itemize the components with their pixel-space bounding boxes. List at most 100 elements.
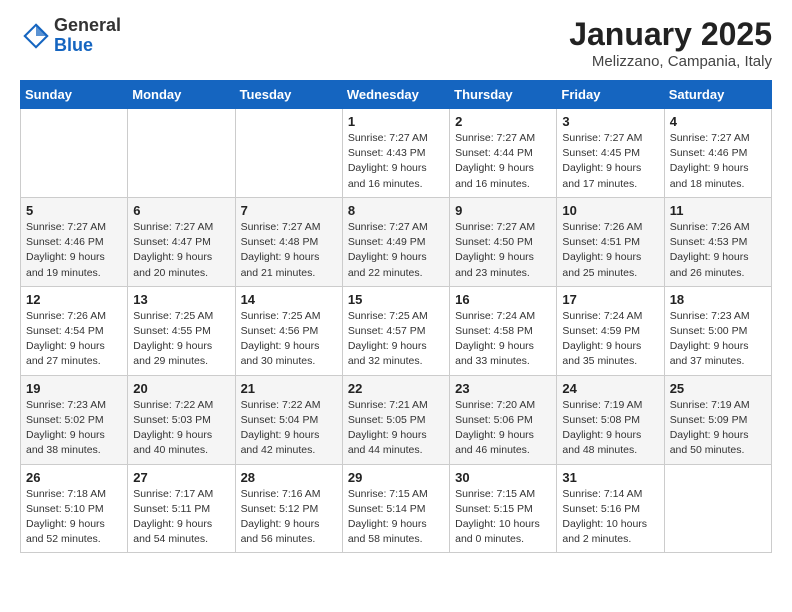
day-info: Sunrise: 7:27 AM Sunset: 4:46 PM Dayligh… <box>26 220 122 281</box>
weekday-header-row: SundayMondayTuesdayWednesdayThursdayFrid… <box>21 81 772 109</box>
day-number: 9 <box>455 203 551 218</box>
location: Melizzano, Campania, Italy <box>569 53 772 70</box>
day-cell: 14 Sunrise: 7:25 AM Sunset: 4:56 PM Dayli… <box>235 286 342 375</box>
day-cell <box>21 109 128 198</box>
logo-blue-text: Blue <box>54 35 93 55</box>
day-number: 30 <box>455 470 551 485</box>
day-info: Sunrise: 7:20 AM Sunset: 5:06 PM Dayligh… <box>455 398 551 459</box>
day-cell <box>128 109 235 198</box>
day-cell: 13 Sunrise: 7:25 AM Sunset: 4:55 PM Dayli… <box>128 286 235 375</box>
day-number: 24 <box>562 381 658 396</box>
day-info: Sunrise: 7:25 AM Sunset: 4:55 PM Dayligh… <box>133 309 229 370</box>
day-number: 4 <box>670 114 766 129</box>
day-cell: 20Sunrise: 7:22 AM Sunset: 5:03 PM Dayli… <box>128 375 235 464</box>
day-info: Sunrise: 7:24 AM Sunset: 4:58 PM Dayligh… <box>455 309 551 370</box>
day-cell: 27 Sunrise: 7:17 AM Sunset: 5:11 PM Dayli… <box>128 464 235 553</box>
day-info: Sunrise: 7:17 AM Sunset: 5:11 PM Dayligh… <box>133 487 229 548</box>
day-number: 21 <box>241 381 337 396</box>
day-cell: 29 Sunrise: 7:15 AM Sunset: 5:14 PM Dayli… <box>342 464 449 553</box>
month-title: January 2025 <box>569 16 772 53</box>
day-cell: 2Sunrise: 7:27 AM Sunset: 4:44 PM Daylig… <box>450 109 557 198</box>
day-number: 2 <box>455 114 551 129</box>
day-number: 7 <box>241 203 337 218</box>
day-info: Sunrise: 7:25 AM Sunset: 4:57 PM Dayligh… <box>348 309 444 370</box>
day-info: Sunrise: 7:23 AM Sunset: 5:02 PM Dayligh… <box>26 398 122 459</box>
day-info: Sunrise: 7:19 AM Sunset: 5:08 PM Dayligh… <box>562 398 658 459</box>
weekday-header-tuesday: Tuesday <box>235 81 342 109</box>
day-info: Sunrise: 7:27 AM Sunset: 4:45 PM Dayligh… <box>562 131 658 192</box>
day-cell: 10 Sunrise: 7:26 AM Sunset: 4:51 PM Dayli… <box>557 197 664 286</box>
day-number: 28 <box>241 470 337 485</box>
day-number: 13 <box>133 292 229 307</box>
day-info: Sunrise: 7:27 AM Sunset: 4:43 PM Dayligh… <box>348 131 444 192</box>
day-info: Sunrise: 7:21 AM Sunset: 5:05 PM Dayligh… <box>348 398 444 459</box>
day-cell: 18 Sunrise: 7:23 AM Sunset: 5:00 PM Dayli… <box>664 286 771 375</box>
day-number: 15 <box>348 292 444 307</box>
day-number: 10 <box>562 203 658 218</box>
day-number: 25 <box>670 381 766 396</box>
day-cell: 7 Sunrise: 7:27 AM Sunset: 4:48 PM Daylig… <box>235 197 342 286</box>
day-number: 23 <box>455 381 551 396</box>
day-info: Sunrise: 7:22 AM Sunset: 5:04 PM Dayligh… <box>241 398 337 459</box>
day-info: Sunrise: 7:26 AM Sunset: 4:54 PM Dayligh… <box>26 309 122 370</box>
day-number: 14 <box>241 292 337 307</box>
weekday-header-sunday: Sunday <box>21 81 128 109</box>
week-row-1: 1Sunrise: 7:27 AM Sunset: 4:43 PM Daylig… <box>21 109 772 198</box>
weekday-header-monday: Monday <box>128 81 235 109</box>
day-number: 11 <box>670 203 766 218</box>
week-row-2: 5 Sunrise: 7:27 AM Sunset: 4:46 PM Daylig… <box>21 197 772 286</box>
day-info: Sunrise: 7:15 AM Sunset: 5:15 PM Dayligh… <box>455 487 551 548</box>
weekday-header-thursday: Thursday <box>450 81 557 109</box>
week-row-4: 19 Sunrise: 7:23 AM Sunset: 5:02 PM Dayli… <box>21 375 772 464</box>
day-number: 5 <box>26 203 122 218</box>
day-info: Sunrise: 7:27 AM Sunset: 4:48 PM Dayligh… <box>241 220 337 281</box>
day-number: 6 <box>133 203 229 218</box>
day-number: 19 <box>26 381 122 396</box>
day-info: Sunrise: 7:19 AM Sunset: 5:09 PM Dayligh… <box>670 398 766 459</box>
week-row-3: 12Sunrise: 7:26 AM Sunset: 4:54 PM Dayli… <box>21 286 772 375</box>
header: General Blue January 2025 Melizzano, Cam… <box>20 16 772 70</box>
page: General Blue January 2025 Melizzano, Cam… <box>0 0 792 569</box>
day-info: Sunrise: 7:27 AM Sunset: 4:46 PM Dayligh… <box>670 131 766 192</box>
day-cell: 19 Sunrise: 7:23 AM Sunset: 5:02 PM Dayli… <box>21 375 128 464</box>
logo-general-text: General <box>54 15 121 35</box>
day-info: Sunrise: 7:15 AM Sunset: 5:14 PM Dayligh… <box>348 487 444 548</box>
day-info: Sunrise: 7:16 AM Sunset: 5:12 PM Dayligh… <box>241 487 337 548</box>
logo-icon <box>22 22 50 50</box>
weekday-header-friday: Friday <box>557 81 664 109</box>
calendar-table: SundayMondayTuesdayWednesdayThursdayFrid… <box>20 80 772 553</box>
title-block: January 2025 Melizzano, Campania, Italy <box>569 16 772 70</box>
day-cell: 9 Sunrise: 7:27 AM Sunset: 4:50 PM Daylig… <box>450 197 557 286</box>
day-cell: 4 Sunrise: 7:27 AM Sunset: 4:46 PM Daylig… <box>664 109 771 198</box>
day-cell <box>664 464 771 553</box>
day-cell: 17Sunrise: 7:24 AM Sunset: 4:59 PM Dayli… <box>557 286 664 375</box>
day-info: Sunrise: 7:18 AM Sunset: 5:10 PM Dayligh… <box>26 487 122 548</box>
day-cell: 16Sunrise: 7:24 AM Sunset: 4:58 PM Dayli… <box>450 286 557 375</box>
day-number: 31 <box>562 470 658 485</box>
day-cell: 31Sunrise: 7:14 AM Sunset: 5:16 PM Dayli… <box>557 464 664 553</box>
day-cell: 24 Sunrise: 7:19 AM Sunset: 5:08 PM Dayli… <box>557 375 664 464</box>
day-cell <box>235 109 342 198</box>
day-cell: 6Sunrise: 7:27 AM Sunset: 4:47 PM Daylig… <box>128 197 235 286</box>
day-cell: 23 Sunrise: 7:20 AM Sunset: 5:06 PM Dayli… <box>450 375 557 464</box>
day-cell: 25 Sunrise: 7:19 AM Sunset: 5:09 PM Dayli… <box>664 375 771 464</box>
day-number: 8 <box>348 203 444 218</box>
day-cell: 26Sunrise: 7:18 AM Sunset: 5:10 PM Dayli… <box>21 464 128 553</box>
day-info: Sunrise: 7:26 AM Sunset: 4:51 PM Dayligh… <box>562 220 658 281</box>
day-info: Sunrise: 7:27 AM Sunset: 4:49 PM Dayligh… <box>348 220 444 281</box>
day-cell: 30 Sunrise: 7:15 AM Sunset: 5:15 PM Dayli… <box>450 464 557 553</box>
day-info: Sunrise: 7:25 AM Sunset: 4:56 PM Dayligh… <box>241 309 337 370</box>
day-cell: 3Sunrise: 7:27 AM Sunset: 4:45 PM Daylig… <box>557 109 664 198</box>
day-number: 20 <box>133 381 229 396</box>
day-info: Sunrise: 7:27 AM Sunset: 4:50 PM Dayligh… <box>455 220 551 281</box>
day-cell: 28 Sunrise: 7:16 AM Sunset: 5:12 PM Dayli… <box>235 464 342 553</box>
day-number: 17 <box>562 292 658 307</box>
weekday-header-wednesday: Wednesday <box>342 81 449 109</box>
logo: General Blue <box>20 16 121 56</box>
day-cell: 12Sunrise: 7:26 AM Sunset: 4:54 PM Dayli… <box>21 286 128 375</box>
day-number: 18 <box>670 292 766 307</box>
day-number: 27 <box>133 470 229 485</box>
day-cell: 1Sunrise: 7:27 AM Sunset: 4:43 PM Daylig… <box>342 109 449 198</box>
day-number: 29 <box>348 470 444 485</box>
day-info: Sunrise: 7:23 AM Sunset: 5:00 PM Dayligh… <box>670 309 766 370</box>
